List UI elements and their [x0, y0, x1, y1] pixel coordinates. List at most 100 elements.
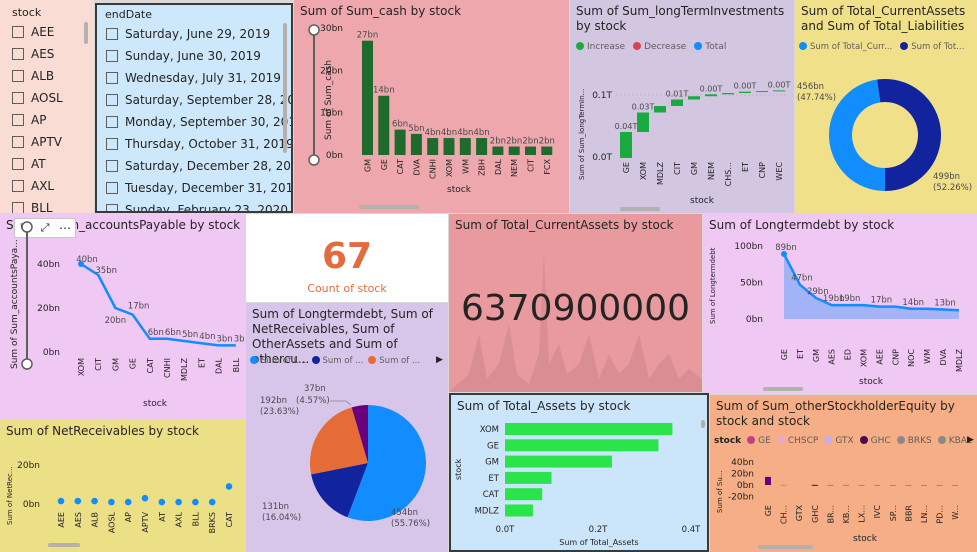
ta-chart-scrollbar[interactable]	[701, 420, 705, 428]
ta-bar[interactable]	[505, 488, 543, 501]
cash-bar[interactable]	[410, 133, 422, 155]
enddate-slicer-item[interactable]: Sunday, February 23, 2020	[106, 199, 288, 211]
ose-bar[interactable]	[827, 484, 834, 486]
cash-bar[interactable]	[476, 138, 488, 155]
checkbox-icon[interactable]	[12, 26, 24, 38]
stock-slicer-item[interactable]: AES	[12, 43, 86, 65]
ta-bar[interactable]	[505, 504, 533, 517]
lti-bar[interactable]	[756, 91, 768, 93]
nr-point[interactable]	[124, 498, 132, 506]
stock-slicer-item[interactable]: AXL	[12, 175, 86, 197]
ose-bar[interactable]	[921, 484, 927, 486]
ta-bar[interactable]	[505, 471, 552, 484]
lti-bar[interactable]	[620, 132, 632, 158]
ta-bar[interactable]	[505, 423, 673, 435]
ose-bar[interactable]	[796, 484, 803, 486]
checkbox-icon[interactable]	[106, 72, 118, 84]
nr-point[interactable]	[158, 498, 166, 506]
lti-bar[interactable]	[654, 106, 666, 113]
checkbox-icon[interactable]	[12, 158, 24, 170]
lti-bar[interactable]	[671, 99, 683, 107]
enddate-slicer-item[interactable]: Saturday, June 29, 2019	[106, 23, 286, 45]
ose-bar[interactable]	[874, 484, 881, 486]
ose-bar[interactable]	[936, 484, 943, 486]
nr-point[interactable]	[175, 498, 182, 506]
nr-point[interactable]	[108, 498, 115, 506]
enddate-slicer-item[interactable]: Wednesday, July 31, 2019	[106, 67, 286, 89]
checkbox-icon[interactable]	[12, 202, 24, 213]
donut-slice[interactable]	[829, 79, 885, 191]
stock-slicer-item[interactable]: AT	[12, 153, 86, 175]
checkbox-icon[interactable]	[106, 116, 118, 128]
ta-bar[interactable]	[505, 439, 659, 452]
nr-point[interactable]	[141, 494, 149, 502]
cash-bar[interactable]	[525, 146, 536, 155]
ose-bar[interactable]	[843, 484, 849, 486]
lti-bar[interactable]	[688, 96, 700, 100]
nr-point[interactable]	[208, 498, 216, 506]
ap-slider-top-handle[interactable]	[21, 221, 33, 233]
enddate-slicer-scrollbar[interactable]	[283, 23, 287, 153]
checkbox-icon[interactable]	[106, 160, 118, 172]
lti-bar[interactable]	[739, 91, 751, 93]
enddate-slicer-item[interactable]: Saturday, September 28, 2019	[106, 89, 291, 111]
lti-bar[interactable]	[773, 90, 785, 92]
nr-point[interactable]	[57, 497, 65, 505]
stock-slicer-item[interactable]: AP	[12, 109, 86, 131]
cash-bar[interactable]	[427, 138, 439, 155]
cash-bar[interactable]	[394, 129, 406, 155]
checkbox-icon[interactable]	[106, 138, 118, 150]
stock-slicer-item[interactable]: ALB	[12, 65, 86, 87]
enddate-slicer-item[interactable]: Tuesday, December 31, 2019	[106, 177, 291, 199]
cash-chart-scrollbar[interactable]	[359, 205, 419, 209]
checkbox-icon[interactable]	[106, 94, 118, 106]
ap-slider-bottom-handle[interactable]	[21, 358, 33, 370]
ose-bar[interactable]	[811, 484, 818, 486]
nr-point[interactable]	[225, 483, 233, 490]
enddate-slicer-item[interactable]: Monday, September 30, 2019	[106, 111, 291, 133]
ose-bar[interactable]	[952, 484, 959, 486]
ose-bar[interactable]	[905, 484, 912, 486]
checkbox-icon[interactable]	[12, 48, 24, 60]
ose-chart-scrollbar[interactable]	[758, 545, 813, 549]
ose-bar[interactable]	[765, 476, 771, 485]
enddate-slicer-item[interactable]: Thursday, October 31, 2019	[106, 133, 291, 155]
checkbox-icon[interactable]	[12, 114, 24, 126]
stock-slicer-item[interactable]: BLL	[12, 197, 86, 213]
lti-bar[interactable]	[705, 94, 717, 97]
stock-slicer-item[interactable]: AEE	[12, 21, 86, 43]
checkbox-icon[interactable]	[12, 180, 24, 192]
checkbox-icon[interactable]	[106, 204, 118, 211]
checkbox-icon[interactable]	[12, 92, 24, 104]
ose-bar[interactable]	[780, 484, 787, 486]
enddate-slicer-item[interactable]: Sunday, June 30, 2019	[106, 45, 286, 67]
cash-bar[interactable]	[459, 138, 471, 155]
cash-bar[interactable]	[362, 40, 373, 156]
stock-slicer-scrollbar[interactable]	[84, 22, 88, 44]
ta-bar[interactable]	[505, 455, 612, 468]
checkbox-icon[interactable]	[12, 70, 24, 82]
nr-point[interactable]	[91, 497, 98, 505]
lti-chart-scrollbar[interactable]	[620, 207, 660, 211]
cash-bar[interactable]	[492, 146, 504, 155]
ose-bar[interactable]	[858, 484, 865, 486]
ose-bar[interactable]	[889, 484, 896, 486]
nr-chart-scrollbar[interactable]	[48, 543, 80, 547]
cash-bar[interactable]	[508, 146, 520, 155]
stock-slicer-item[interactable]: APTV	[12, 131, 86, 153]
checkbox-icon[interactable]	[106, 28, 118, 40]
donut-slice[interactable]	[877, 79, 941, 191]
enddate-slicer-item[interactable]: Saturday, December 28, 2019	[106, 155, 291, 177]
cash-slider-bottom-handle[interactable]	[308, 154, 320, 166]
cash-bar[interactable]	[378, 95, 390, 155]
lti-bar[interactable]	[722, 93, 734, 95]
nr-point[interactable]	[74, 497, 82, 505]
checkbox-icon[interactable]	[106, 50, 118, 62]
cash-bar[interactable]	[541, 146, 553, 155]
cash-bar[interactable]	[443, 138, 455, 155]
nr-point[interactable]	[192, 498, 199, 506]
checkbox-icon[interactable]	[106, 182, 118, 194]
stock-slicer-item[interactable]: AOSL	[12, 87, 86, 109]
lti-bar[interactable]	[637, 112, 649, 133]
ltd-chart-scrollbar[interactable]	[763, 387, 803, 391]
